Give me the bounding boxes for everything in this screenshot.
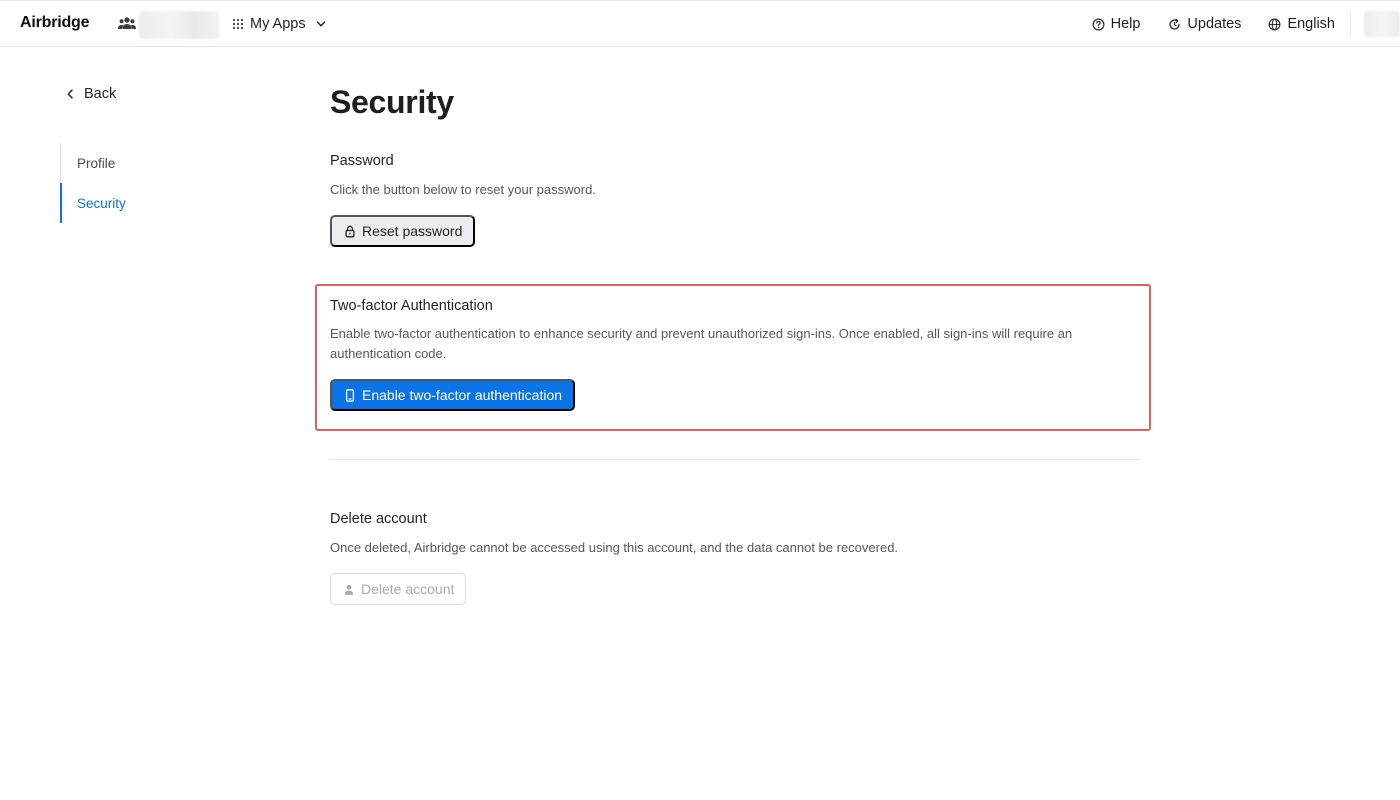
delete-account-section-title: Delete account <box>330 511 427 527</box>
chevron-down-icon <box>316 21 325 27</box>
reset-password-label: Reset password <box>362 223 463 239</box>
user-icon <box>344 584 354 595</box>
team-icon[interactable] <box>118 16 136 30</box>
delete-account-label: Delete account <box>361 581 455 597</box>
back-link[interactable]: Back <box>66 86 116 102</box>
refresh-icon <box>1169 18 1181 30</box>
grid-icon <box>232 18 244 30</box>
updates-label: Updates <box>1187 16 1242 32</box>
two-factor-section-title: Two-factor Authentication <box>330 298 493 314</box>
my-apps-label: My Apps <box>250 16 306 32</box>
reset-password-button[interactable]: Reset password <box>330 215 476 247</box>
top-bar: Airbridge My Apps Help Updates English <box>0 0 1400 47</box>
enable-two-factor-button[interactable]: Enable two-factor authentication <box>330 379 576 411</box>
language-selector[interactable]: English <box>1268 16 1335 32</box>
lock-icon <box>345 225 355 237</box>
password-section-description: Click the button below to reset your pas… <box>330 182 596 197</box>
top-right-nav: Help Updates English <box>1092 1 1400 47</box>
settings-side-nav: Profile Security <box>60 143 240 223</box>
language-label: English <box>1287 16 1335 32</box>
password-section-title: Password <box>330 153 394 169</box>
delete-account-section-description: Once deleted, Airbridge cannot be access… <box>330 540 899 555</box>
top-divider <box>1350 12 1351 36</box>
enable-two-factor-label: Enable two-factor authentication <box>362 387 563 403</box>
chevron-left-icon <box>67 89 73 99</box>
sidebar-item-security[interactable]: Security <box>60 183 240 223</box>
delete-account-button[interactable]: Delete account <box>330 573 467 605</box>
phone-icon <box>345 388 355 402</box>
user-avatar-redacted[interactable] <box>1364 11 1400 37</box>
my-apps-dropdown[interactable]: My Apps <box>232 13 326 35</box>
updates-link[interactable]: Updates <box>1168 16 1241 32</box>
team-name-redacted[interactable] <box>139 11 219 39</box>
section-divider <box>330 459 1140 460</box>
help-label: Help <box>1110 16 1141 32</box>
page-title: Security <box>330 84 454 120</box>
back-label: Back <box>84 86 117 102</box>
help-link[interactable]: Help <box>1092 16 1141 32</box>
help-circle-icon <box>1092 18 1105 30</box>
airbridge-logo[interactable]: Airbridge <box>20 14 90 32</box>
two-factor-section-description: Enable two-factor authentication to enha… <box>330 326 1073 361</box>
sidebar-item-profile[interactable]: Profile <box>60 143 240 183</box>
globe-icon <box>1268 18 1281 30</box>
